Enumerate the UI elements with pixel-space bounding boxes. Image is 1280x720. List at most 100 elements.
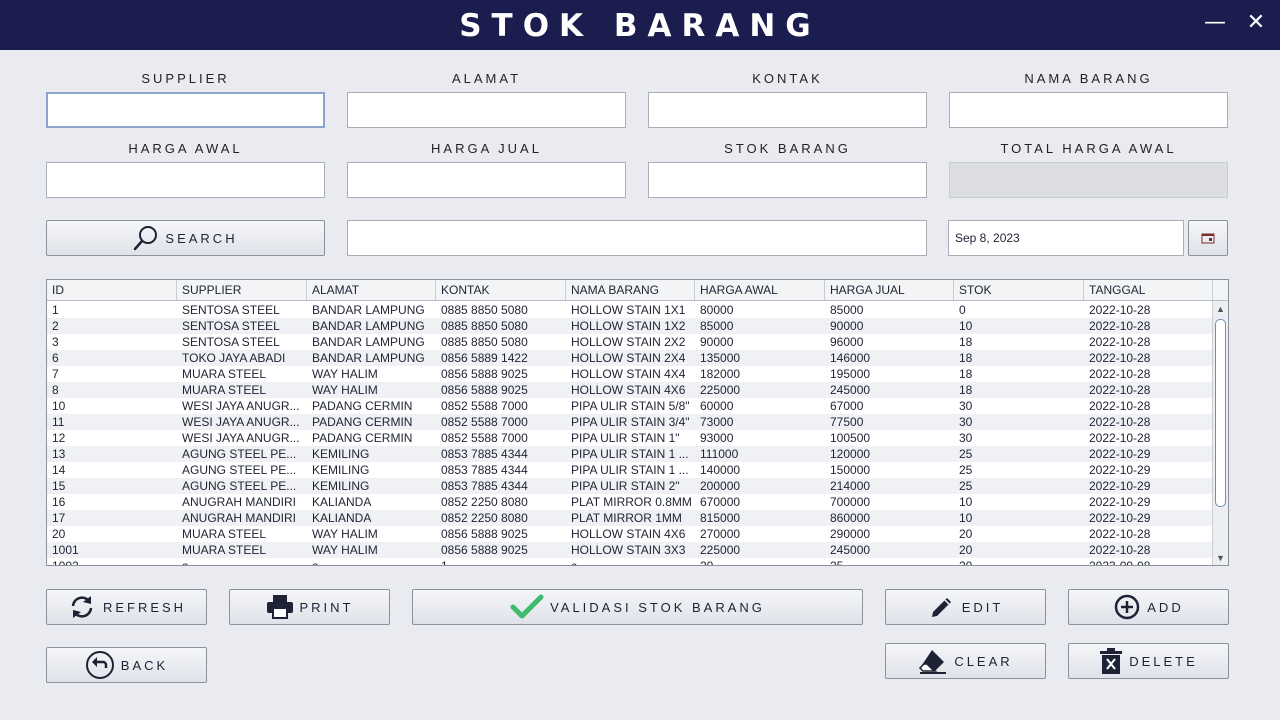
minimize-button[interactable]: — bbox=[1200, 8, 1230, 38]
stock-table[interactable]: ID SUPPLIER ALAMAT KONTAK NAMA BARANG HA… bbox=[46, 279, 1229, 566]
table-row[interactable]: 1002 a a 1 c 20 25 20 2023-09-08 bbox=[47, 558, 1213, 566]
supplier-input[interactable] bbox=[46, 92, 325, 128]
scroll-down-icon[interactable]: ▼ bbox=[1213, 551, 1228, 565]
alamat-input[interactable] bbox=[347, 92, 626, 128]
table-cell: 245000 bbox=[830, 383, 871, 397]
table-cell: 90000 bbox=[830, 319, 864, 333]
table-cell: 18 bbox=[959, 383, 973, 397]
table-cell: BANDAR LAMPUNG bbox=[312, 351, 425, 365]
harga-jual-input[interactable] bbox=[347, 162, 626, 198]
stok-barang-input[interactable] bbox=[648, 162, 927, 198]
refresh-button[interactable]: REFRESH bbox=[46, 589, 207, 625]
table-cell: KEMILING bbox=[312, 447, 370, 461]
table-cell: 12 bbox=[52, 431, 66, 445]
table-cell: 10 bbox=[959, 319, 973, 333]
table-cell: BANDAR LAMPUNG bbox=[312, 319, 425, 333]
table-cell: 1002 bbox=[52, 559, 79, 566]
table-row[interactable]: 1 SENTOSA STEEL BANDAR LAMPUNG 0885 8850 50… bbox=[47, 302, 1213, 318]
delete-button-label: DELETE bbox=[1129, 653, 1198, 669]
calendar-icon bbox=[1201, 229, 1215, 248]
kontak-label: KONTAK bbox=[752, 71, 823, 86]
table-cell: 214000 bbox=[830, 479, 871, 493]
table-row[interactable]: 8 MUARA STEEL WAY HALIM 0856 5888 9025 HOLLO… bbox=[47, 382, 1213, 398]
table-cell: 30 bbox=[959, 431, 973, 445]
table-cell: HOLLOW STAIN 4X6 bbox=[571, 383, 686, 397]
table-cell: PADANG CERMIN bbox=[312, 399, 413, 413]
table-cell: 18 bbox=[959, 367, 973, 381]
kontak-input[interactable] bbox=[648, 92, 927, 128]
delete-button[interactable]: DELETE bbox=[1068, 643, 1229, 679]
header-tanggal[interactable]: TANGGAL bbox=[1084, 280, 1213, 300]
table-cell: 80000 bbox=[700, 303, 734, 317]
add-button[interactable]: ADD bbox=[1068, 589, 1229, 625]
header-stok[interactable]: STOK bbox=[954, 280, 1084, 300]
back-button[interactable]: BACK bbox=[46, 647, 207, 683]
table-row[interactable]: 10 WESI JAYA ANUGR... PADANG CERMIN 0852 55… bbox=[47, 398, 1213, 414]
table-cell: 25 bbox=[830, 559, 844, 566]
date-field[interactable]: Sep 8, 2023 bbox=[948, 220, 1184, 256]
harga-awal-input[interactable] bbox=[46, 162, 325, 198]
table-cell: HOLLOW STAIN 1X1 bbox=[571, 303, 686, 317]
table-row[interactable]: 2 SENTOSA STEEL BANDAR LAMPUNG 0885 8850 50… bbox=[47, 318, 1213, 334]
edit-button-label: EDIT bbox=[961, 599, 1004, 615]
table-cell: ANUGRAH MANDIRI bbox=[182, 511, 297, 525]
table-cell: HOLLOW STAIN 2X4 bbox=[571, 351, 686, 365]
scroll-thumb[interactable] bbox=[1215, 319, 1226, 507]
table-cell: 11 bbox=[52, 415, 65, 429]
search-input[interactable] bbox=[347, 220, 927, 256]
table-row[interactable]: 20 MUARA STEEL WAY HALIM 0856 5888 9025 HOLL… bbox=[47, 526, 1213, 542]
stok-barang-label: STOK BARANG bbox=[724, 141, 851, 156]
table-cell: 2022-10-29 bbox=[1089, 479, 1151, 493]
table-cell: 1 bbox=[52, 303, 59, 317]
table-scrollbar[interactable]: ▲ ▼ bbox=[1212, 301, 1228, 565]
table-row[interactable]: 12 WESI JAYA ANUGR... PADANG CERMIN 0852 55… bbox=[47, 430, 1213, 446]
table-cell: 77500 bbox=[830, 415, 864, 429]
table-row[interactable]: 15 AGUNG STEEL PE... KEMILING 0853 7885 434… bbox=[47, 478, 1213, 494]
table-cell: BANDAR LAMPUNG bbox=[312, 335, 425, 349]
table-row[interactable]: 17 ANUGRAH MANDIRI KALIANDA 0852 2250 8080 P… bbox=[47, 510, 1213, 526]
header-kontak[interactable]: KONTAK bbox=[436, 280, 566, 300]
table-cell: 30 bbox=[959, 415, 973, 429]
print-button[interactable]: PRINT bbox=[229, 589, 390, 625]
close-button[interactable]: ✕ bbox=[1241, 8, 1271, 38]
header-alamat[interactable]: ALAMAT bbox=[307, 280, 436, 300]
table-cell: 85000 bbox=[830, 303, 864, 317]
header-nama-barang[interactable]: NAMA BARANG bbox=[566, 280, 695, 300]
table-cell: 20 bbox=[959, 559, 973, 566]
eraser-icon bbox=[918, 647, 948, 675]
header-harga-jual[interactable]: HARGA JUAL bbox=[825, 280, 954, 300]
search-button-label: SEARCH bbox=[165, 230, 238, 246]
table-row[interactable]: 16 ANUGRAH MANDIRI KALIANDA 0852 2250 8080 P… bbox=[47, 494, 1213, 510]
calendar-button[interactable] bbox=[1188, 220, 1228, 256]
table-row[interactable]: 3 SENTOSA STEEL BANDAR LAMPUNG 0885 8850 50… bbox=[47, 334, 1213, 350]
scroll-up-icon[interactable]: ▲ bbox=[1213, 302, 1228, 316]
header-harga-awal[interactable]: HARGA AWAL bbox=[695, 280, 825, 300]
table-cell: WAY HALIM bbox=[312, 543, 378, 557]
header-id[interactable]: ID bbox=[47, 280, 177, 300]
table-cell: 245000 bbox=[830, 543, 871, 557]
table-row[interactable]: 11 WESI JAYA ANUGR... PADANG CERMIN 0852 55… bbox=[47, 414, 1213, 430]
table-row[interactable]: 13 AGUNG STEEL PE... KEMILING 0853 7885 434… bbox=[47, 446, 1213, 462]
table-cell: PLAT MIRROR 0.8MM bbox=[571, 495, 692, 509]
table-cell: 0885 8850 5080 bbox=[441, 335, 528, 349]
refresh-button-label: REFRESH bbox=[102, 599, 187, 615]
table-cell: 2 bbox=[52, 319, 59, 333]
validasi-stok-button[interactable]: VALIDASI STOK BARANG bbox=[412, 589, 863, 625]
table-cell: AGUNG STEEL PE... bbox=[182, 463, 297, 477]
table-row[interactable]: 6 TOKO JAYA ABADI BANDAR LAMPUNG 0856 5889 … bbox=[47, 350, 1213, 366]
table-row[interactable]: 14 AGUNG STEEL PE... KEMILING 0853 7885 434… bbox=[47, 462, 1213, 478]
table-cell: 15 bbox=[52, 479, 66, 493]
edit-button[interactable]: EDIT bbox=[885, 589, 1046, 625]
table-row[interactable]: 7 MUARA STEEL WAY HALIM 0856 5888 9025 HOLLO… bbox=[47, 366, 1213, 382]
header-supplier[interactable]: SUPPLIER bbox=[177, 280, 307, 300]
total-harga-awal-label: TOTAL HARGA AWAL bbox=[1000, 141, 1177, 156]
table-cell: 25 bbox=[959, 463, 973, 477]
table-cell: 2022-10-29 bbox=[1089, 511, 1151, 525]
table-row[interactable]: 1001 MUARA STEEL WAY HALIM 0856 5888 9025 HO… bbox=[47, 542, 1213, 558]
clear-button[interactable]: CLEAR bbox=[885, 643, 1046, 679]
table-cell: 225000 bbox=[700, 543, 741, 557]
nama-barang-label: NAMA BARANG bbox=[1024, 71, 1153, 86]
search-button[interactable]: SEARCH bbox=[46, 220, 325, 256]
table-cell: 0885 8850 5080 bbox=[441, 319, 528, 333]
nama-barang-input[interactable] bbox=[949, 92, 1228, 128]
